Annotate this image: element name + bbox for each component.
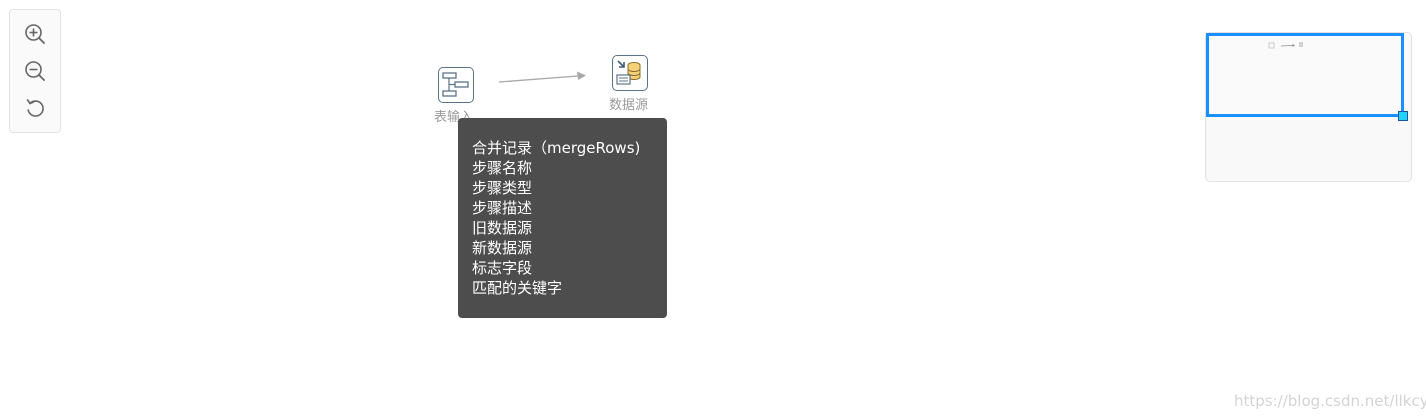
tooltip-line: 步骤名称 bbox=[472, 159, 533, 177]
arrow-head-icon bbox=[577, 71, 586, 80]
node-tooltip: 合并记录（mergeRows) 步骤名称 步骤类型 步骤描述 旧数据源 新数据源… bbox=[458, 118, 667, 318]
tooltip-line: 旧数据源 bbox=[472, 219, 533, 237]
watermark: https://blog.csdn.net/llkcyc bbox=[1234, 392, 1426, 410]
tooltip-line: 新数据源 bbox=[472, 239, 533, 257]
tooltip-line: 步骤描述 bbox=[472, 199, 533, 217]
data-source-icon bbox=[612, 55, 648, 91]
flow-canvas[interactable]: 表输入 数据源 合并记录（mergeRows) 步骤名称 步骤类型 步骤描述 旧… bbox=[0, 0, 1426, 420]
minimap-resize-handle[interactable] bbox=[1398, 111, 1408, 121]
tooltip-line: 匹配的关键字 bbox=[472, 279, 563, 297]
node-label: 数据源 bbox=[609, 98, 649, 113]
minimap-viewport[interactable] bbox=[1206, 33, 1404, 117]
node-data-source[interactable]: 数据源 bbox=[606, 54, 656, 113]
table-input-icon bbox=[438, 67, 474, 103]
node-table-input[interactable]: 表输入 bbox=[432, 66, 482, 125]
tooltip-title: 合并记录（mergeRows) bbox=[472, 139, 641, 157]
tooltip-line: 步骤类型 bbox=[472, 179, 533, 197]
tooltip-line: 标志字段 bbox=[472, 259, 533, 277]
